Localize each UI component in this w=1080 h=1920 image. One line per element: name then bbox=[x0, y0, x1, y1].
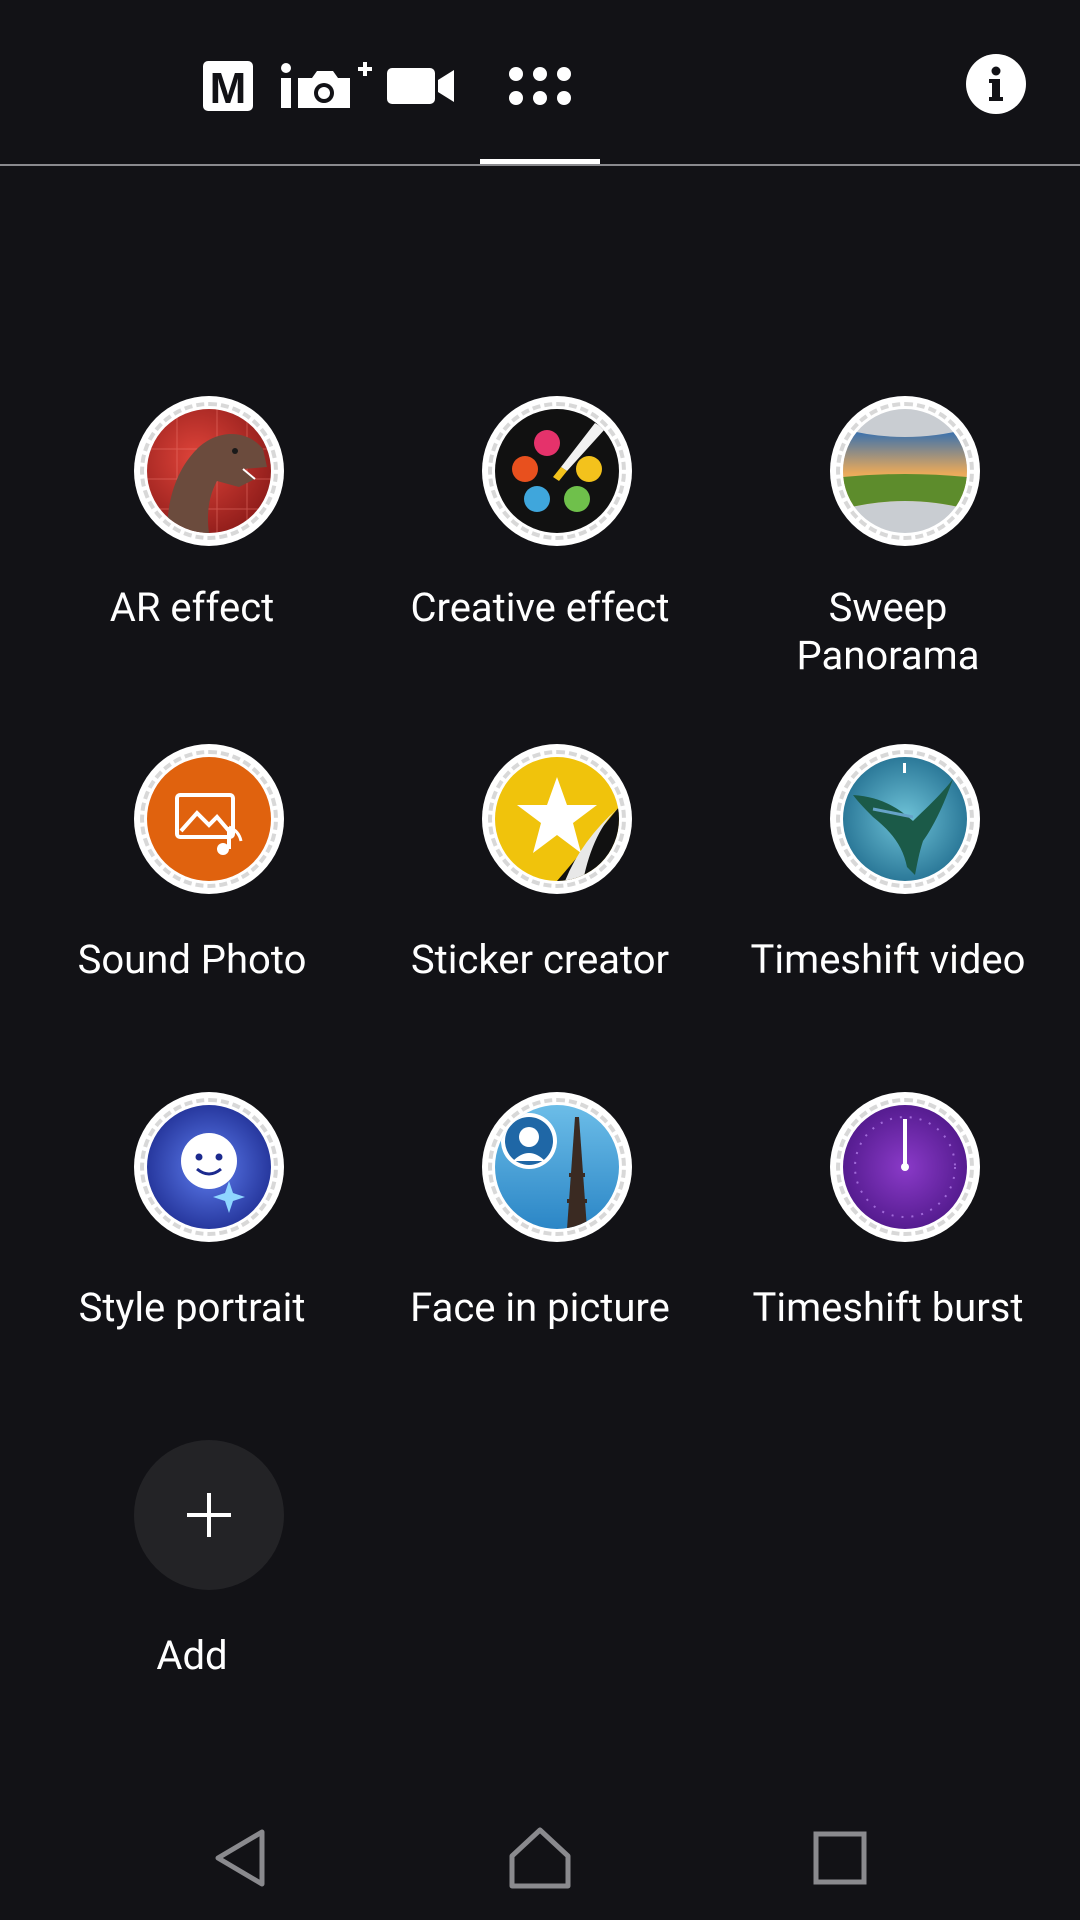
app-label: Style portrait bbox=[78, 1284, 306, 1331]
app-ar-effect[interactable]: AR effect bbox=[18, 396, 366, 716]
app-label: Sticker creator bbox=[410, 936, 670, 983]
add-label: Add bbox=[156, 1632, 228, 1679]
app-creative-effect[interactable]: Creative effect bbox=[366, 396, 714, 716]
sweep-panorama-icon bbox=[843, 409, 967, 533]
app-timeshift-burst[interactable]: Timeshift burst bbox=[714, 1092, 1062, 1412]
app-face-in-picture[interactable]: Face in picture bbox=[366, 1092, 714, 1412]
app-label: Timeshift video bbox=[750, 936, 1026, 983]
sticker-creator-icon bbox=[495, 757, 619, 881]
recents-icon bbox=[813, 1831, 867, 1885]
app-timeshift-video[interactable]: Timeshift video bbox=[714, 744, 1062, 1064]
creative-effect-icon bbox=[495, 409, 619, 533]
home-button[interactable] bbox=[500, 1822, 580, 1894]
recents-button[interactable] bbox=[800, 1822, 880, 1894]
back-icon bbox=[215, 1829, 265, 1887]
navigation-bar bbox=[0, 1800, 1080, 1920]
app-label: Sound Photo bbox=[77, 936, 307, 983]
app-label: Creative effect bbox=[410, 584, 670, 631]
sound-photo-icon bbox=[147, 757, 271, 881]
timeshift-video-icon bbox=[843, 757, 967, 881]
app-label: Timeshift burst bbox=[752, 1284, 1024, 1331]
back-button[interactable] bbox=[200, 1822, 280, 1894]
timeshift-burst-icon bbox=[843, 1105, 967, 1229]
app-style-portrait[interactable]: Style portrait bbox=[18, 1092, 366, 1412]
plus-icon bbox=[187, 1493, 231, 1537]
add-app-button[interactable]: Add bbox=[18, 1440, 366, 1760]
app-sticker-creator[interactable]: Sticker creator bbox=[366, 744, 714, 1064]
app-sweep-panorama[interactable]: Sweep Panorama bbox=[714, 396, 1062, 716]
app-sound-photo[interactable]: Sound Photo bbox=[18, 744, 366, 1064]
ar-effect-icon bbox=[147, 409, 271, 533]
face-in-picture-icon bbox=[495, 1105, 619, 1229]
app-label: Sweep Panorama bbox=[796, 584, 980, 679]
home-icon bbox=[509, 1827, 571, 1889]
app-label: Face in picture bbox=[410, 1284, 670, 1331]
camera-apps-grid: AR effect Creative effect Sweep Panorama… bbox=[0, 0, 1080, 1920]
style-portrait-icon bbox=[147, 1105, 271, 1229]
app-label: AR effect bbox=[109, 584, 275, 631]
